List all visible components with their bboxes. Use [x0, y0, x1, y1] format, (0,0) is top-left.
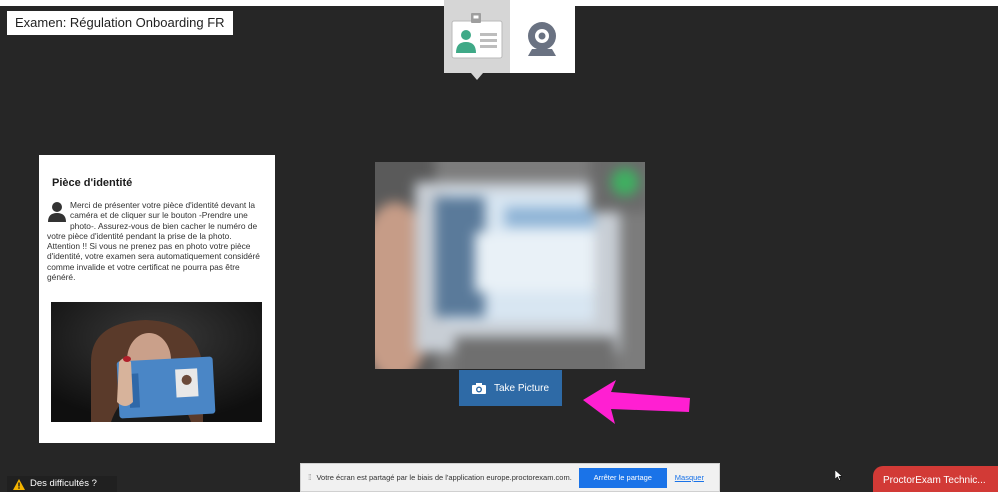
difficulties-button[interactable]: Des difficultés ?	[7, 476, 117, 492]
webcam-preview	[375, 162, 645, 369]
stop-sharing-button[interactable]: Arrêter le partage	[578, 467, 667, 488]
person-icon	[48, 202, 66, 222]
id-card-instructions-panel: Pièce d'identité Merci de présenter votr…	[39, 155, 275, 443]
exam-title: Examen: Régulation Onboarding FR	[7, 11, 233, 35]
annotation-arrow-icon	[583, 380, 690, 424]
panel-title: Pièce d'identité	[52, 177, 133, 189]
step-id-card[interactable]	[444, 0, 510, 80]
webcam-feed	[375, 162, 645, 369]
share-message: Votre écran est partagé par le biais de …	[316, 473, 572, 482]
instructions-text: Merci de présenter votre pièce d'identit…	[47, 200, 260, 283]
warning-icon	[13, 478, 25, 490]
support-chat-button[interactable]: ProctorExam Technic...	[873, 466, 998, 492]
id-card-icon	[451, 13, 503, 59]
step-webcam[interactable]	[510, 0, 575, 73]
step-indicator	[444, 0, 575, 80]
example-photo	[51, 302, 262, 422]
mouse-cursor-icon	[835, 470, 843, 481]
drag-handle-icon[interactable]: ⁞⁞	[308, 473, 312, 482]
example-photo-image	[51, 302, 262, 422]
take-picture-button[interactable]: Take Picture	[459, 370, 562, 406]
panel-instructions: Merci de présenter votre pièce d'identit…	[47, 200, 265, 282]
webcam-icon	[528, 22, 556, 56]
difficulties-label: Des difficultés ?	[30, 478, 97, 489]
screen-share-bar: ⁞⁞ Votre écran est partagé par le biais …	[300, 463, 720, 492]
take-picture-label: Take Picture	[493, 382, 550, 394]
camera-icon	[471, 382, 486, 394]
hide-link[interactable]: Masquer	[675, 473, 704, 482]
